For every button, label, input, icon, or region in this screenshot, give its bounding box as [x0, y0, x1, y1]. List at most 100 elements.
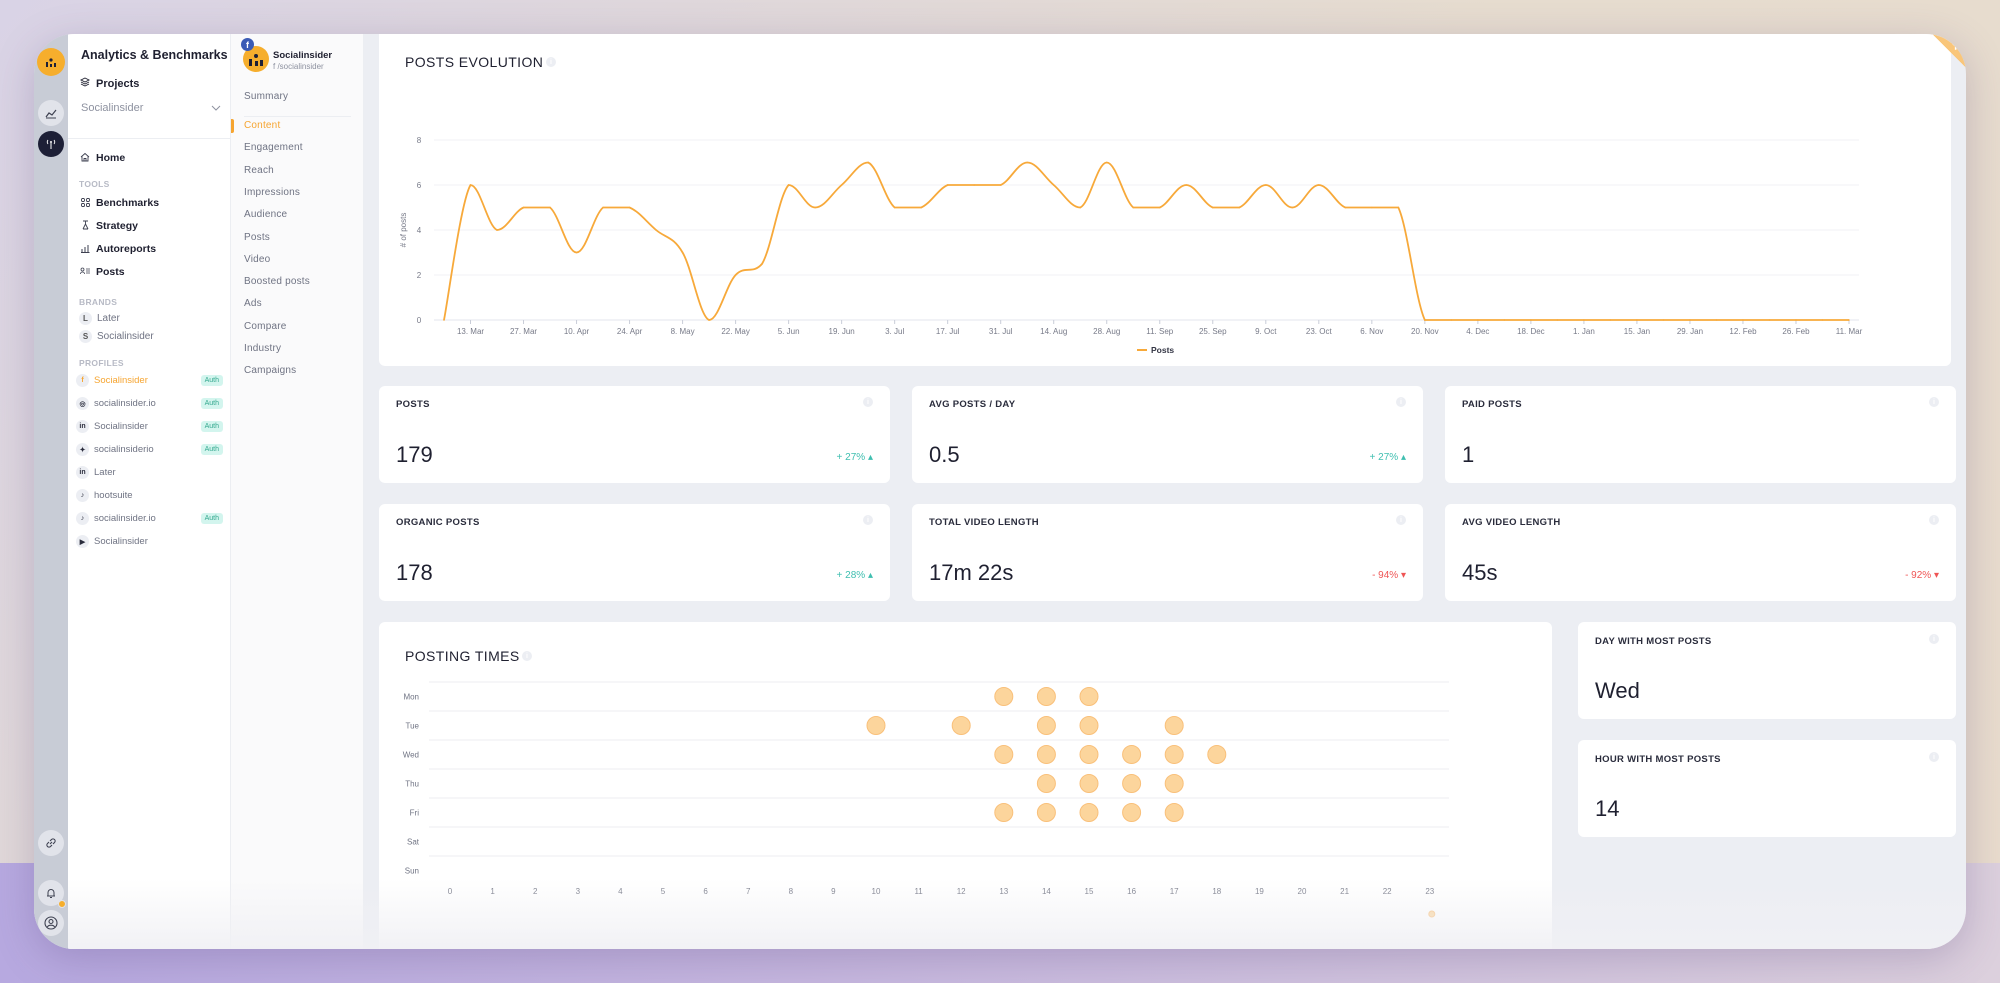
sidebar-profile-item[interactable]: ♪ socialinsider.io Auth [76, 512, 223, 525]
data-point [708, 319, 710, 321]
data-point [496, 229, 498, 231]
info-icon[interactable]: i [522, 651, 532, 661]
nav-item-content[interactable]: Content [244, 120, 280, 131]
data-point [1530, 319, 1532, 321]
sidebar-profile-item[interactable]: in Later [76, 466, 223, 479]
profile-label: Socialinsider [94, 421, 148, 432]
data-point [1132, 206, 1135, 209]
data-point [1424, 319, 1426, 321]
auth-badge[interactable]: Auth [200, 513, 223, 524]
sidebar-profile-item[interactable]: f Socialinsider Auth [76, 374, 223, 387]
info-icon[interactable]: i [863, 515, 873, 525]
profile-label: socialinsiderio [94, 444, 154, 455]
info-icon[interactable]: i [1929, 397, 1939, 407]
hour-label: 18 [1212, 887, 1221, 896]
auth-badge[interactable]: Auth [200, 375, 223, 386]
broadcast-icon[interactable] [38, 131, 64, 157]
nav-item-reach[interactable]: Reach [244, 165, 274, 176]
metric-card-paid-posts: PAID POSTS i 1 [1445, 386, 1956, 483]
tools-section-label: TOOLS [79, 179, 110, 189]
data-point [1397, 206, 1400, 209]
search-corner-button[interactable]: ⚲ [1932, 34, 1966, 68]
sidebar-profile-item[interactable]: ♪ hootsuite [76, 489, 223, 502]
info-icon[interactable]: i [1929, 634, 1939, 644]
project-select[interactable]: Socialinsider [81, 102, 221, 114]
hour-label: 23 [1425, 887, 1434, 896]
sidebar-profile-item[interactable]: ▶ Socialinsider [76, 535, 223, 548]
nav-item-audience[interactable]: Audience [244, 209, 287, 220]
projects-link[interactable]: Projects [79, 77, 140, 90]
posting-bubble [1164, 716, 1184, 735]
sidebar-profile-item[interactable]: in Socialinsider Auth [76, 420, 223, 433]
sidebar-item-benchmarks[interactable]: Benchmarks [80, 197, 159, 209]
posting-bubble [1079, 745, 1099, 764]
metric-label: PAID POSTS [1462, 399, 1522, 410]
nav-item-campaigns[interactable]: Campaigns [244, 365, 296, 376]
sidebar-item-strategy[interactable]: Strategy [80, 220, 138, 232]
x-tick-label: 18. Dec [1517, 327, 1545, 336]
nav-item-video[interactable]: Video [244, 254, 270, 265]
posting-bubble [1079, 803, 1099, 822]
nav-item-impressions[interactable]: Impressions [244, 187, 300, 198]
posting-bubble [951, 716, 971, 735]
info-icon[interactable]: i [1929, 752, 1939, 762]
day-label: Thu [405, 780, 419, 789]
hour-label: 12 [957, 887, 966, 896]
auth-badge[interactable]: Auth [200, 444, 223, 455]
info-icon[interactable]: i [546, 57, 556, 67]
bell-icon[interactable] [38, 880, 66, 908]
auth-badge[interactable]: Auth [200, 421, 223, 432]
nav-item-posts[interactable]: Posts [244, 232, 270, 243]
x-tick-label: 24. Apr [617, 327, 643, 336]
data-point [1318, 184, 1320, 186]
nav-summary[interactable]: Summary [244, 91, 288, 102]
info-icon[interactable]: i [1929, 515, 1939, 525]
x-tick-label: 13. Mar [457, 327, 484, 336]
info-icon[interactable]: i [1396, 397, 1406, 407]
metric-value: 17m 22s [929, 560, 1014, 585]
user-circle-icon[interactable] [38, 910, 64, 936]
x-tick-label: 27. Mar [510, 327, 537, 336]
brand-item[interactable]: S Socialinsider [79, 330, 154, 343]
grid-icon [80, 197, 90, 209]
sidebar-item-autoreports[interactable]: Autoreports [80, 243, 156, 255]
chart-trend-icon[interactable] [38, 100, 64, 126]
projects-label: Projects [96, 77, 140, 90]
network-icon: ♪ [76, 489, 89, 502]
layers-icon [79, 77, 91, 90]
nav-item-industry[interactable]: Industry [244, 343, 281, 354]
sidebar-item-home[interactable]: Home [80, 152, 125, 164]
data-point [814, 206, 816, 209]
info-icon[interactable]: i [1396, 515, 1406, 525]
metric-value: 1 [1462, 442, 1475, 467]
info-icon[interactable]: i [863, 397, 873, 407]
data-point [1477, 319, 1479, 321]
data-point [443, 319, 445, 321]
hour-label: 7 [746, 887, 751, 896]
brand-item[interactable]: L Later [79, 312, 120, 325]
sidebar-item-posts[interactable]: Posts [80, 266, 125, 278]
nav-item-compare[interactable]: Compare [244, 321, 287, 332]
section-nav: f Socialinsider f /socialinsider Summary… [231, 34, 364, 949]
nav-item-engagement[interactable]: Engagement [244, 142, 303, 153]
data-point [787, 184, 790, 186]
nav-item-ads[interactable]: Ads [244, 298, 262, 309]
link-icon[interactable] [38, 830, 64, 856]
posting-bubble [1036, 716, 1056, 735]
posts-series-line [443, 161, 1849, 321]
nav-item-boosted-posts[interactable]: Boosted posts [244, 276, 310, 287]
y-tick-label: 4 [417, 226, 422, 235]
legend-label: Posts [1151, 345, 1174, 355]
data-point [761, 262, 763, 265]
sidebar-profile-item[interactable]: ◎ socialinsider.io Auth [76, 397, 223, 410]
x-tick-label: 28. Aug [1093, 327, 1120, 336]
metric-label: HOUR WITH MOST POSTS [1595, 754, 1721, 765]
arrow-down-icon: ▾ [1931, 570, 1939, 581]
metric-card-organic-posts: ORGANIC POSTS i 178 + 28% ▴ [379, 504, 890, 601]
auth-badge[interactable]: Auth [200, 398, 223, 409]
logo-icon[interactable] [37, 48, 65, 76]
sidebar-profile-item[interactable]: ✦ socialinsiderio Auth [76, 443, 223, 456]
profile-label: socialinsider.io [94, 398, 156, 409]
metric-card-avg-video-length: AVG VIDEO LENGTH i 45s - 92% ▾ [1445, 504, 1956, 601]
arrow-up-icon: ▴ [1398, 452, 1406, 463]
